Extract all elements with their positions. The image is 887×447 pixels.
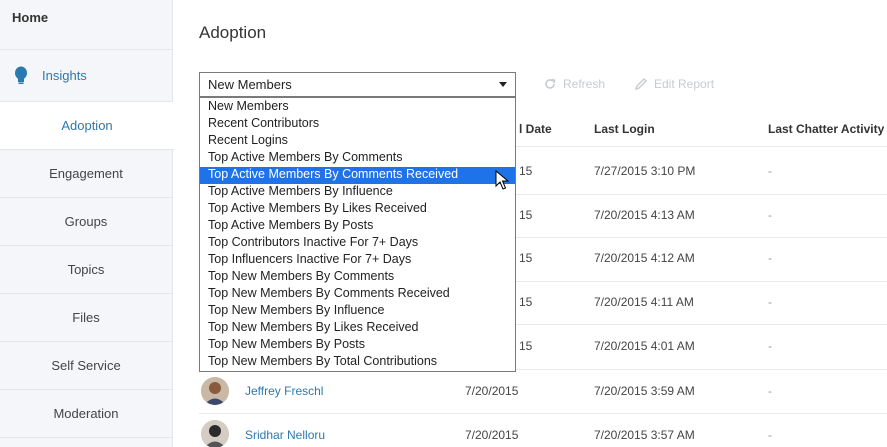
table-cell-last-login: 7/20/2015 3:57 AM	[594, 428, 695, 442]
report-select-options: New Members Recent Contributors Recent L…	[199, 97, 516, 372]
select-option[interactable]: Top Active Members By Influence	[200, 184, 515, 201]
sidebar-item-engagement[interactable]: Engagement	[0, 150, 172, 198]
table-cell-date: 15	[519, 251, 533, 265]
report-select-value: New Members	[208, 77, 292, 92]
person-icon	[201, 377, 229, 405]
table-cell-last-login: 7/20/2015 4:12 AM	[594, 251, 695, 265]
refresh-label: Refresh	[563, 77, 606, 91]
select-option[interactable]: Top New Members By Influence	[200, 303, 515, 320]
select-option[interactable]: Top New Members By Total Contributions	[200, 354, 515, 371]
sidebar-home[interactable]: Home	[0, 0, 172, 50]
table-cell-date: 15	[519, 208, 533, 222]
sidebar-insights[interactable]: Insights	[0, 50, 172, 102]
table-cell-chatter: -	[768, 208, 772, 222]
table-cell-date: 7/20/2015	[465, 428, 519, 442]
person-icon	[201, 420, 229, 447]
lightbulb-icon	[15, 66, 27, 84]
table-cell-chatter: -	[768, 428, 772, 442]
sidebar-item-self-service[interactable]: Self Service	[0, 342, 172, 390]
table-cell-last-login: 7/20/2015 4:13 AM	[594, 208, 695, 222]
sidebar-item-files[interactable]: Files	[0, 294, 172, 342]
table-cell-last-login: 7/20/2015 3:59 AM	[594, 384, 695, 398]
report-select[interactable]: New Members	[199, 72, 516, 97]
select-option-highlighted[interactable]: Top Active Members By Comments Received	[200, 167, 515, 184]
select-option[interactable]: Top Influencers Inactive For 7+ Days	[200, 252, 515, 269]
column-header-last-login[interactable]: Last Login	[594, 122, 655, 136]
select-option[interactable]: Top Active Members By Likes Received	[200, 201, 515, 218]
page-title: Adoption	[199, 23, 267, 42]
select-option[interactable]: New Members	[200, 99, 515, 116]
sidebar: Home Insights Adoption Engagement Groups…	[0, 0, 174, 447]
table-cell-chatter: -	[768, 384, 772, 398]
avatar[interactable]	[201, 377, 229, 405]
sidebar-item-groups[interactable]: Groups	[0, 198, 172, 246]
column-header-date[interactable]: l Date	[519, 122, 552, 136]
refresh-icon	[545, 78, 556, 89]
sidebar-item-moderation[interactable]: Moderation	[0, 390, 172, 438]
select-option[interactable]: Top New Members By Comments Received	[200, 286, 515, 303]
table-cell-last-login: 7/20/2015 4:11 AM	[594, 295, 694, 309]
row-divider	[199, 413, 887, 414]
chevron-down-icon	[499, 82, 507, 87]
select-option[interactable]: Top Active Members By Posts	[200, 218, 515, 235]
table-cell-chatter: -	[768, 339, 772, 353]
pencil-icon	[634, 78, 647, 91]
table-cell-chatter: -	[768, 251, 772, 265]
member-name-link[interactable]: Sridhar Nelloru	[245, 428, 325, 442]
column-header-last-chatter[interactable]: Last Chatter Activity	[768, 122, 884, 136]
table-cell-last-login: 7/20/2015 4:01 AM	[594, 339, 695, 353]
select-option[interactable]: Top Contributors Inactive For 7+ Days	[200, 235, 515, 252]
table-cell-date: 15	[519, 339, 533, 353]
select-option[interactable]: Recent Logins	[200, 133, 515, 150]
sidebar-insights-label: Insights	[42, 68, 87, 83]
table-cell-chatter: -	[768, 164, 772, 178]
avatar[interactable]	[201, 420, 229, 447]
refresh-button[interactable]: Refresh	[543, 77, 605, 91]
table-cell-chatter: -	[768, 295, 772, 309]
edit-report-label: Edit Report	[654, 77, 715, 91]
table-cell-date: 7/20/2015	[465, 384, 519, 398]
select-option[interactable]: Top New Members By Comments	[200, 269, 515, 286]
select-option[interactable]: Top Active Members By Comments	[200, 150, 515, 167]
select-option[interactable]: Recent Contributors	[200, 116, 515, 133]
sidebar-item-adoption[interactable]: Adoption	[0, 102, 174, 150]
mouse-cursor-icon	[495, 170, 510, 190]
table-cell-date: 15	[519, 295, 533, 309]
table-cell-last-login: 7/27/2015 3:10 PM	[594, 164, 696, 178]
edit-report-button[interactable]: Edit Report	[634, 77, 714, 91]
select-option[interactable]: Top New Members By Likes Received	[200, 320, 515, 337]
sidebar-item-topics[interactable]: Topics	[0, 246, 172, 294]
member-name-link[interactable]: Jeffrey Freschl	[245, 384, 323, 398]
table-cell-date: 15	[519, 164, 533, 178]
select-option[interactable]: Top New Members By Posts	[200, 337, 515, 354]
